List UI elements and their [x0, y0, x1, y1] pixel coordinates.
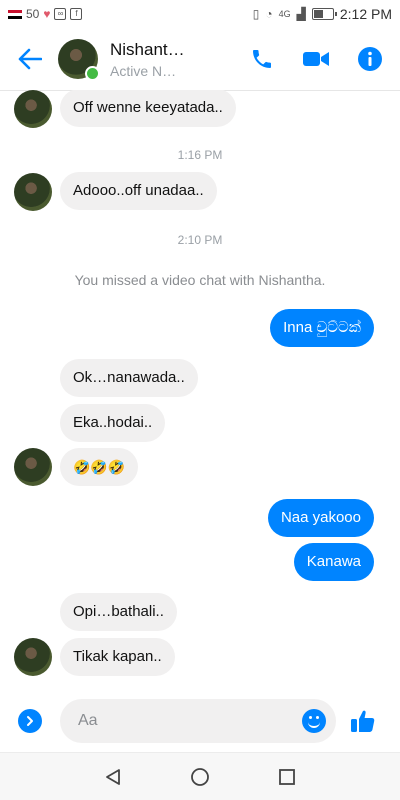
cell-signal-icon: ▟ [296, 7, 306, 21]
message-row: Eka..hodai.. [60, 404, 166, 442]
back-button[interactable] [10, 39, 50, 79]
contact-avatar[interactable] [58, 39, 100, 81]
header-actions [248, 45, 400, 73]
status-right: ▯ ◔ 4G ▟ 2:12 PM [253, 6, 400, 22]
status-left: 50 ♥ ∞ f [0, 7, 83, 21]
sender-avatar[interactable] [14, 90, 52, 128]
status-bar: 50 ♥ ∞ f ▯ ◔ 4G ▟ 2:12 PM [0, 0, 400, 28]
outgoing-message[interactable]: Naa yakooo [267, 499, 374, 537]
like-button[interactable] [348, 706, 378, 736]
missed-call-notice: You missed a video chat with Nishantha. [74, 272, 326, 288]
outgoing-message[interactable]: Inna චුට්ටක් [270, 309, 374, 347]
message-row: Opi…bathali.. [60, 593, 177, 631]
online-indicator [85, 66, 100, 81]
heart-icon: ♥ [43, 7, 51, 21]
contact-status: Active N… [110, 62, 177, 79]
incoming-message[interactable]: Tikak kapan.. [60, 638, 175, 676]
nav-back-button[interactable] [99, 763, 127, 791]
incoming-message[interactable]: Opi…bathali.. [60, 593, 177, 631]
system-nav-bar [0, 752, 400, 800]
flag-icon [8, 9, 22, 19]
sender-avatar[interactable] [14, 173, 52, 211]
video-camera-icon [303, 52, 329, 66]
contact-name: Nishant… [110, 39, 185, 59]
timestamp: 1:16 PM [177, 148, 223, 162]
nav-home-button[interactable] [186, 763, 214, 791]
message-row: 🤣🤣🤣 [60, 448, 139, 486]
message-row: Adooo..off unadaa.. [60, 172, 217, 210]
message-row: Off wenne keeyatada.. [60, 90, 236, 127]
triangle-back-icon [106, 768, 121, 785]
message-row: Ok…nanawada.. [60, 359, 198, 397]
incoming-message[interactable]: Adooo..off unadaa.. [60, 172, 217, 210]
incoming-message[interactable]: Eka..hodai.. [60, 404, 166, 442]
facebook-notif-icon: f [70, 8, 83, 20]
chevron-right-icon [27, 716, 33, 726]
message-row: Kanawa [293, 543, 374, 581]
thumbs-up-icon [351, 710, 375, 732]
call-button[interactable] [248, 45, 276, 73]
sender-avatar[interactable] [14, 638, 52, 676]
video-call-button[interactable] [302, 45, 330, 73]
outgoing-message[interactable]: Kanawa [293, 543, 374, 581]
expand-actions-button[interactable] [18, 709, 42, 733]
incoming-message[interactable]: 🤣🤣🤣 [60, 448, 139, 486]
circle-home-icon [191, 767, 209, 786]
timestamp: 2:10 PM [177, 233, 223, 247]
message-row: Inna චුට්ටක් [270, 309, 374, 347]
contact-info[interactable]: Nishant… Active N… [110, 40, 185, 79]
incoming-message[interactable]: Ok…nanawada.. [60, 359, 198, 397]
arrow-left-icon [18, 48, 42, 70]
message-input[interactable] [76, 711, 302, 731]
info-button[interactable] [356, 45, 384, 73]
emoji-button[interactable] [302, 709, 326, 733]
clock: 2:12 PM [339, 6, 392, 22]
signal-count: 50 [26, 7, 40, 21]
conversation-header: Nishant… Active N… [0, 28, 400, 91]
message-list[interactable]: Off wenne keeyatada.. 1:16 PM Adooo..off… [0, 90, 400, 684]
incoming-message[interactable]: Off wenne keeyatada.. [60, 90, 236, 127]
composer [0, 690, 400, 752]
phone-icon [253, 50, 271, 68]
square-recent-icon [278, 768, 295, 785]
messenger-notif-icon: ∞ [54, 8, 67, 20]
nav-recent-button[interactable] [273, 763, 301, 791]
vibrate-icon: ▯ [252, 7, 260, 21]
message-row: Tikak kapan.. [60, 638, 175, 676]
battery-icon [311, 8, 337, 20]
network-type: 4G [278, 9, 291, 19]
info-circle-icon [358, 47, 382, 71]
message-row: Naa yakooo [267, 499, 374, 537]
wifi-icon: ◔ [265, 7, 273, 21]
message-input-wrap [60, 699, 336, 743]
sender-avatar[interactable] [14, 448, 52, 486]
